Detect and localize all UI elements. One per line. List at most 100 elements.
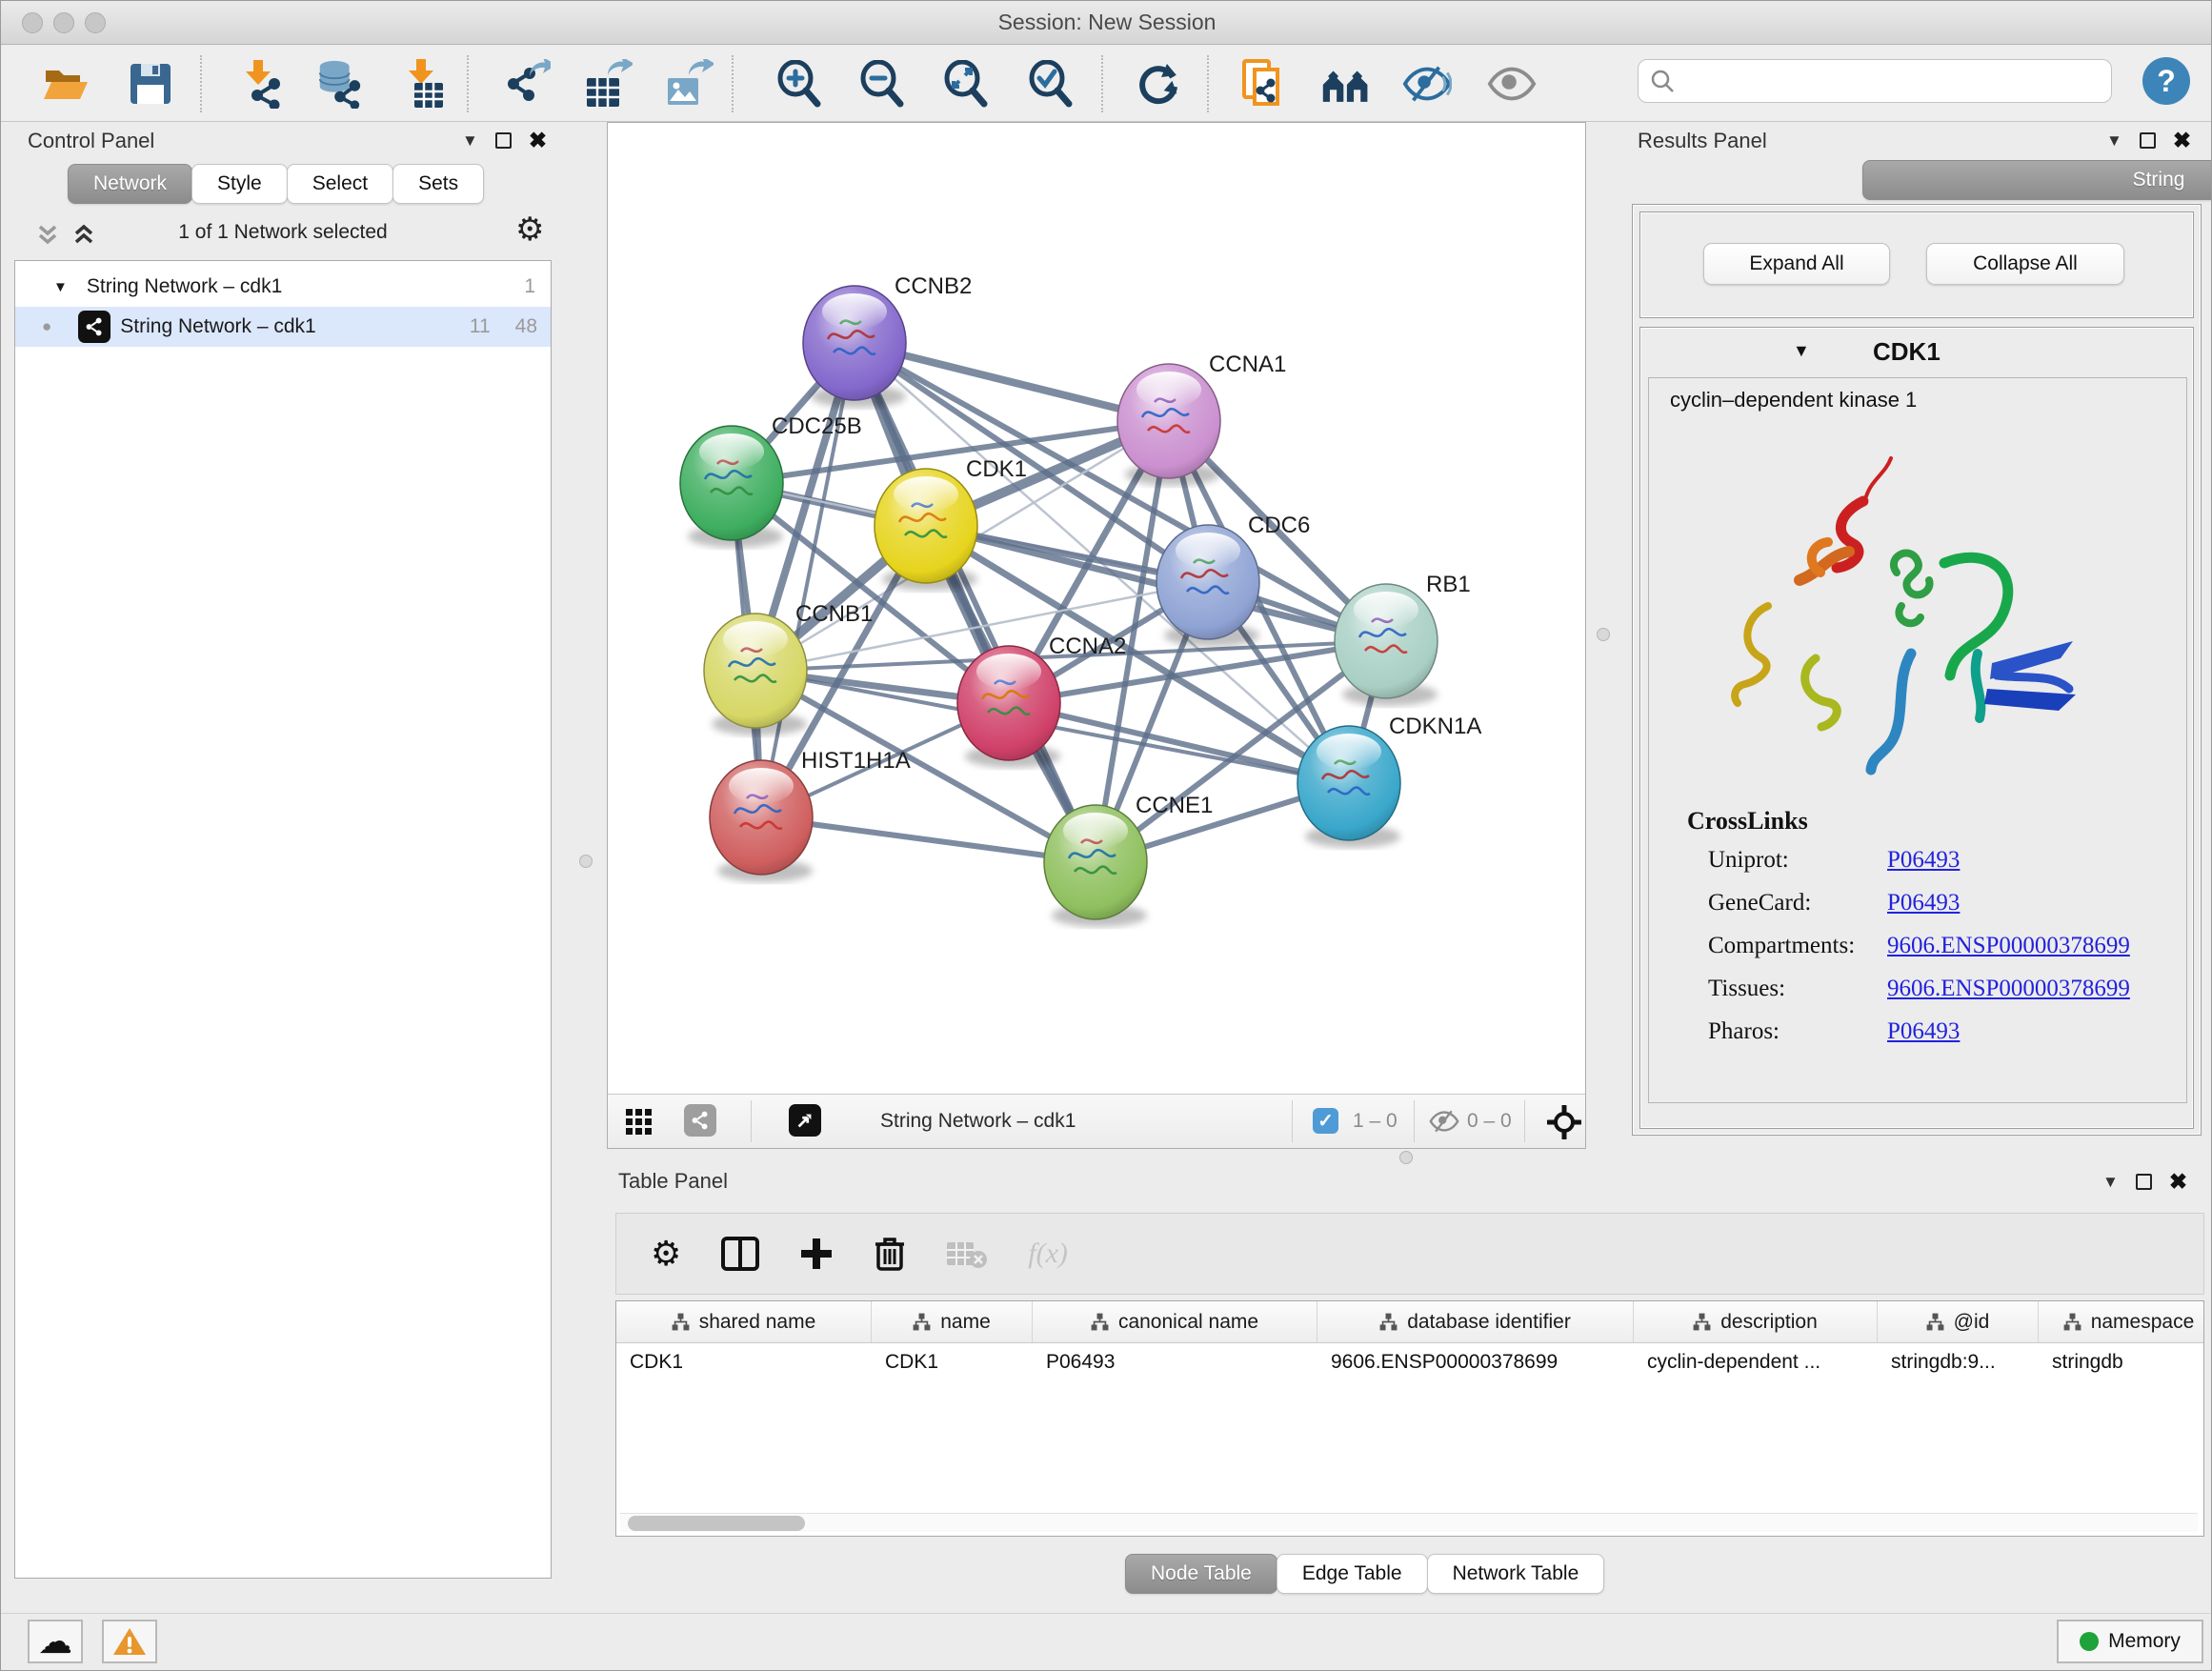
open-icon[interactable]	[41, 59, 90, 109]
expand-all-button[interactable]: Expand All	[1703, 243, 1890, 285]
column-header-database-identifier[interactable]: database identifier	[1317, 1301, 1634, 1342]
section-collapse-icon[interactable]: ▼	[1793, 341, 1810, 361]
expand-collapse-box: Expand All Collapse All	[1639, 211, 2194, 318]
duplicate-network-icon[interactable]	[1238, 59, 1288, 109]
crosslink-value-link[interactable]: P06493	[1887, 890, 1960, 916]
network-node-CCNE1[interactable]: CCNE1	[1044, 793, 1213, 927]
search-input[interactable]	[1675, 69, 2111, 93]
zoom-in-icon[interactable]	[774, 59, 824, 109]
results-panel-collapse-icon[interactable]: ▼	[2106, 131, 2122, 151]
column-header-namespace[interactable]: namespace	[2039, 1301, 2204, 1342]
zoom-out-icon[interactable]	[857, 59, 907, 109]
network-node-CDKN1A[interactable]: CDKN1A	[1297, 714, 1481, 848]
control-panel-float-icon[interactable]	[495, 132, 512, 149]
network-node-CCNB2[interactable]: CCNB2	[803, 273, 972, 408]
eye-icon[interactable]	[1487, 59, 1537, 109]
crosslink-value-link[interactable]: 9606.ENSP00000378699	[1887, 933, 2130, 959]
table-row[interactable]: CDK1CDK1P064939606.ENSP00000378699cyclin…	[616, 1343, 2203, 1383]
network-node-CCNA2[interactable]: CCNA2	[957, 634, 1126, 768]
splitter-handle[interactable]	[1597, 628, 1610, 641]
birdseye-view-icon[interactable]	[789, 1104, 821, 1137]
tab-network[interactable]: Network	[68, 164, 192, 204]
selected-checkbox-icon[interactable]: ✓	[1313, 1108, 1338, 1134]
network-collection-label: String Network – cdk1	[87, 275, 282, 298]
column-header-name[interactable]: name	[872, 1301, 1033, 1342]
tab-edge-table[interactable]: Edge Table	[1277, 1554, 1428, 1594]
table-header-row: shared namenamecanonical namedatabase id…	[616, 1301, 2203, 1343]
crosslink-value-link[interactable]: P06493	[1887, 1018, 1960, 1045]
control-panel-collapse-icon[interactable]: ▼	[462, 131, 478, 151]
eye-slash-icon[interactable]	[1402, 59, 1452, 109]
import-table-icon[interactable]	[399, 59, 449, 109]
application-window: Session: New Session	[0, 0, 2212, 1671]
table-settings-gear-icon[interactable]: ⚙	[651, 1237, 681, 1271]
network-share-icon[interactable]	[684, 1104, 716, 1137]
tree-expander-icon[interactable]: ▼	[53, 279, 68, 295]
network-node-RB1[interactable]: RB1	[1335, 572, 1471, 706]
network-options-gear-icon[interactable]: ⚙	[515, 213, 544, 246]
table-panel-float-icon[interactable]	[2136, 1174, 2152, 1190]
table-toolbar: ⚙ f(x)	[615, 1213, 2204, 1295]
refresh-icon[interactable]	[1134, 59, 1183, 109]
help-icon[interactable]: ?	[2142, 57, 2190, 105]
tab-style[interactable]: Style	[191, 164, 288, 204]
crosshair-icon[interactable]	[1547, 1105, 1581, 1139]
network-node-CDC6[interactable]: CDC6	[1156, 513, 1310, 647]
control-panel-close-icon[interactable]: ✖	[529, 130, 547, 151]
crosslink-value-link[interactable]: 9606.ENSP00000378699	[1887, 976, 2130, 1002]
table-cell[interactable]: cyclin-dependent ...	[1634, 1343, 1878, 1383]
network-node-CCNA1[interactable]: CCNA1	[1117, 352, 1286, 486]
import-database-icon[interactable]	[314, 59, 364, 109]
create-column-plus-icon[interactable]	[799, 1237, 834, 1271]
table-panel-collapse-icon[interactable]: ▼	[2102, 1173, 2119, 1192]
network-node-HIST1H1A[interactable]: HIST1H1A	[710, 748, 911, 882]
export-network-icon[interactable]	[501, 59, 551, 109]
memory-button[interactable]: Memory	[2057, 1620, 2203, 1663]
delete-column-trash-icon[interactable]	[874, 1236, 906, 1272]
node-table: shared namenamecanonical namedatabase id…	[615, 1300, 2204, 1537]
crosslink-row: GeneCard:P06493	[1708, 890, 2175, 916]
warning-icon	[112, 1626, 147, 1657]
import-network-icon[interactable]	[235, 59, 285, 109]
grid-view-icon[interactable]	[625, 1108, 654, 1137]
section-content: cyclin–dependent kinase 1	[1648, 377, 2187, 1103]
collapse-all-button[interactable]: Collapse All	[1926, 243, 2124, 285]
zoom-selected-icon[interactable]	[1026, 59, 1076, 109]
export-table-icon[interactable]	[583, 59, 633, 109]
export-image-icon[interactable]	[664, 59, 714, 109]
toolbar-separator	[1207, 55, 1209, 112]
splitter-handle[interactable]	[579, 855, 593, 868]
table-cell[interactable]: CDK1	[616, 1343, 872, 1383]
home-icon[interactable]	[1321, 59, 1371, 109]
table-panel-close-icon[interactable]: ✖	[2169, 1171, 2187, 1193]
table-cell[interactable]: 9606.ENSP00000378699	[1317, 1343, 1634, 1383]
node-label: CCNE1	[1136, 793, 1213, 818]
results-panel-close-icon[interactable]: ✖	[2173, 130, 2191, 151]
table-cell[interactable]: P06493	[1033, 1343, 1317, 1383]
column-header-shared-name[interactable]: shared name	[616, 1301, 872, 1342]
warning-button[interactable]	[102, 1620, 157, 1663]
tab-string[interactable]: String	[1862, 160, 2212, 200]
column-header-canonical-name[interactable]: canonical name	[1033, 1301, 1317, 1342]
tab-sets[interactable]: Sets	[392, 164, 484, 204]
column-header--id[interactable]: @id	[1878, 1301, 2039, 1342]
show-columns-icon[interactable]	[721, 1237, 759, 1271]
tab-select[interactable]: Select	[287, 164, 393, 204]
scrollbar-thumb[interactable]	[628, 1516, 805, 1531]
network-row-selected[interactable]: ● String Network – cdk1 11 48	[15, 307, 551, 347]
cloud-button[interactable]: ☁	[28, 1620, 83, 1663]
table-cell[interactable]: stringdb	[2039, 1343, 2204, 1383]
network-canvas[interactable]: CCNB2CCNA1CDC25BCDK1CDC6RB1CCNB1CCNA2CDK…	[608, 123, 1585, 1094]
zoom-fit-icon[interactable]	[941, 59, 991, 109]
column-header-description[interactable]: description	[1634, 1301, 1878, 1342]
tab-network-table[interactable]: Network Table	[1427, 1554, 1605, 1594]
network-node-CDC25B[interactable]: CDC25B	[680, 413, 862, 548]
results-panel-float-icon[interactable]	[2140, 132, 2156, 149]
table-cell[interactable]: stringdb:9...	[1878, 1343, 2039, 1383]
tab-node-table[interactable]: Node Table	[1125, 1554, 1277, 1594]
network-collection-row[interactable]: ▼ String Network – cdk1 1	[15, 267, 551, 307]
crosslink-value-link[interactable]: P06493	[1887, 847, 1960, 874]
cloud-icon: ☁	[38, 1624, 72, 1659]
save-icon[interactable]	[126, 59, 175, 109]
table-cell[interactable]: CDK1	[872, 1343, 1033, 1383]
